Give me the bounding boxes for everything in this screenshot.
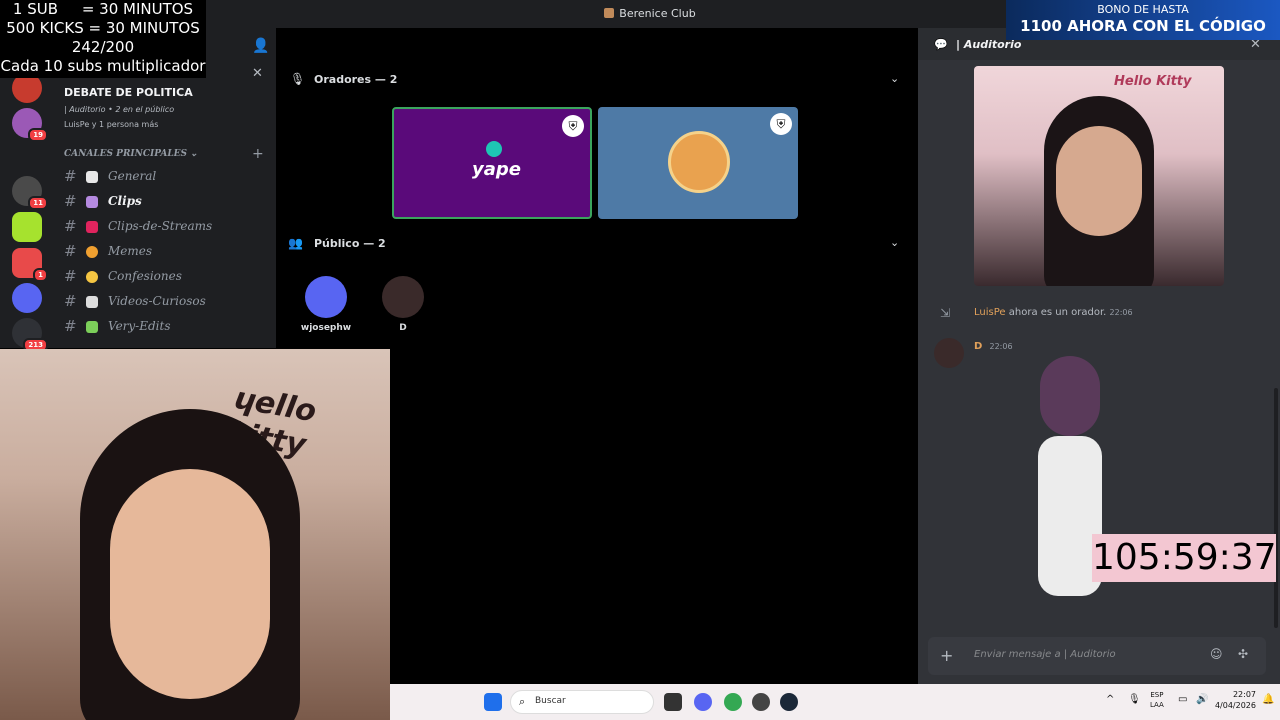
webcam-feed: ɥello kitty bbox=[0, 349, 390, 720]
server-icon[interactable]: 213 bbox=[12, 318, 48, 352]
server-icon[interactable]: 1 bbox=[12, 248, 48, 282]
unread-badge: 19 bbox=[28, 128, 48, 142]
event-title: DEBATE DE POLITICA bbox=[64, 86, 193, 99]
plus-icon[interactable]: + bbox=[940, 646, 953, 665]
server-icon bbox=[604, 8, 615, 18]
flag-icon bbox=[86, 221, 98, 233]
avatar[interactable] bbox=[934, 338, 964, 368]
microphone-icon[interactable]: 🎙 bbox=[1128, 694, 1141, 705]
avatar bbox=[382, 276, 424, 318]
speaker-card-avatar[interactable]: ⛨ bbox=[598, 107, 798, 219]
scrollbar[interactable] bbox=[1274, 388, 1278, 628]
channel-confesiones[interactable]: # Confesiones bbox=[64, 267, 264, 287]
hash-icon: # bbox=[64, 317, 77, 335]
discord-avatar-icon bbox=[305, 276, 347, 318]
search-box[interactable]: ⌕ Buscar bbox=[510, 690, 654, 714]
audience-member[interactable]: wjosephw bbox=[296, 276, 356, 333]
sticker-head bbox=[1040, 356, 1100, 436]
taskbar: ⌕ Buscar ^ 🎙 ESP LAA ▭ 🔊 22:07 4/04/2026… bbox=[390, 684, 1280, 720]
hash-icon: # bbox=[64, 167, 77, 185]
network-icon[interactable]: ▭ bbox=[1178, 694, 1187, 705]
speakers-title: Oradores — 2 bbox=[314, 73, 398, 86]
frog-icon bbox=[86, 321, 98, 333]
add-channel-icon[interactable]: + bbox=[252, 146, 264, 162]
hash-icon: # bbox=[64, 217, 77, 235]
close-icon[interactable]: ✕ bbox=[252, 66, 263, 81]
steam-icon[interactable] bbox=[780, 693, 798, 711]
stream-timer: 105:59:37 bbox=[1092, 534, 1277, 582]
server-icon[interactable] bbox=[12, 212, 42, 242]
event-attendees: LuisPe y 1 persona más bbox=[64, 120, 159, 129]
unicorn-icon bbox=[86, 196, 98, 208]
server-icon[interactable]: 11 bbox=[12, 176, 48, 210]
unread-badge: 1 bbox=[33, 268, 48, 282]
message-input[interactable]: + Enviar mensaje a | Auditorio ☺ ✣ bbox=[928, 637, 1266, 675]
task-view-icon[interactable] bbox=[664, 693, 682, 711]
server-icon[interactable] bbox=[12, 283, 42, 313]
event-meta: | Auditorio • 2 en el público bbox=[64, 105, 175, 114]
person-face bbox=[110, 469, 270, 699]
emoji-icon bbox=[86, 246, 98, 258]
volume-icon[interactable]: 🔊 bbox=[1196, 694, 1208, 705]
speech-bubble-icon bbox=[86, 171, 98, 183]
channel-general[interactable]: # General bbox=[64, 167, 264, 187]
emoji-icon[interactable]: ☺ bbox=[1210, 647, 1223, 661]
audience-member[interactable]: D bbox=[373, 276, 433, 333]
search-icon: ⌕ bbox=[519, 695, 526, 708]
system-message: LuisPe ahora es un orador. 22:06 bbox=[974, 307, 1133, 318]
thread-icon: 💬 bbox=[934, 38, 948, 51]
add-friend-icon[interactable]: 👤 bbox=[252, 38, 269, 54]
discord-icon[interactable] bbox=[694, 693, 712, 711]
channel-clips[interactable]: # Clips bbox=[64, 192, 264, 212]
audience-title: Público — 2 bbox=[314, 237, 386, 250]
channel-clips-de-streams[interactable]: # Clips-de-Streams bbox=[64, 217, 264, 237]
channel-memes[interactable]: # Memes bbox=[64, 242, 264, 262]
channel-very-edits[interactable]: # Very-Edits bbox=[64, 317, 264, 337]
chrome-icon[interactable] bbox=[724, 693, 742, 711]
eyes-icon bbox=[86, 296, 98, 308]
microphone-icon: 🎙 bbox=[290, 72, 306, 86]
windows-start-icon[interactable] bbox=[484, 693, 502, 711]
notification-icon[interactable]: 🔔 bbox=[1262, 694, 1274, 705]
message-header: D 22:06 bbox=[974, 341, 1013, 352]
chevron-down-icon[interactable]: ⌄ bbox=[890, 72, 899, 85]
chevron-down-icon[interactable]: ⌄ bbox=[890, 236, 899, 249]
shield-icon: ⛨ bbox=[562, 115, 584, 137]
avatar bbox=[668, 131, 730, 193]
speaker-card-yape[interactable]: yape ⛨ bbox=[392, 107, 592, 219]
shield-icon: ⛨ bbox=[770, 113, 792, 135]
message-placeholder: Enviar mensaje a | Auditorio bbox=[974, 649, 1116, 660]
window-title: Berenice Club bbox=[560, 7, 740, 20]
currency-icon bbox=[486, 141, 502, 157]
hash-icon: # bbox=[64, 242, 77, 260]
webcam-feed-streamer: Hello Kitty bbox=[974, 66, 1224, 286]
chevron-up-icon[interactable]: ^ bbox=[1106, 694, 1114, 705]
promo-banner: BONO DE HASTA 1100 AHORA CON EL CÓDIGO bbox=[1006, 0, 1280, 40]
users-icon: 👥 bbox=[288, 236, 303, 250]
event-card[interactable]: DEBATE DE POLITICA | Auditorio • 2 en el… bbox=[64, 86, 264, 129]
apps-icon[interactable]: ✣ bbox=[1238, 647, 1248, 661]
language-indicator[interactable]: ESP LAA bbox=[1150, 690, 1164, 710]
unread-badge: 11 bbox=[28, 196, 48, 210]
decor-logo: Hello Kitty bbox=[1114, 74, 1192, 89]
server-icon[interactable]: 19 bbox=[12, 108, 48, 142]
category-header[interactable]: CANALES PRINCIPALES ⌄ bbox=[64, 149, 198, 159]
channel-videos-curiosos[interactable]: # Videos-Curiosos bbox=[64, 292, 264, 312]
stream-overlay-text: 1 SUB = 30 MINUTOS 500 KICKS = 30 MINUTO… bbox=[0, 0, 206, 78]
clock[interactable]: 22:07 4/04/2026 bbox=[1212, 689, 1256, 711]
hash-icon: # bbox=[64, 192, 77, 210]
obs-icon[interactable] bbox=[752, 693, 770, 711]
person-face bbox=[1056, 126, 1142, 236]
hash-icon: # bbox=[64, 292, 77, 310]
hash-icon: # bbox=[64, 267, 77, 285]
yape-logo: yape bbox=[472, 159, 521, 180]
emoji-icon bbox=[86, 271, 98, 283]
join-arrow-icon: ⇲ bbox=[940, 306, 951, 320]
